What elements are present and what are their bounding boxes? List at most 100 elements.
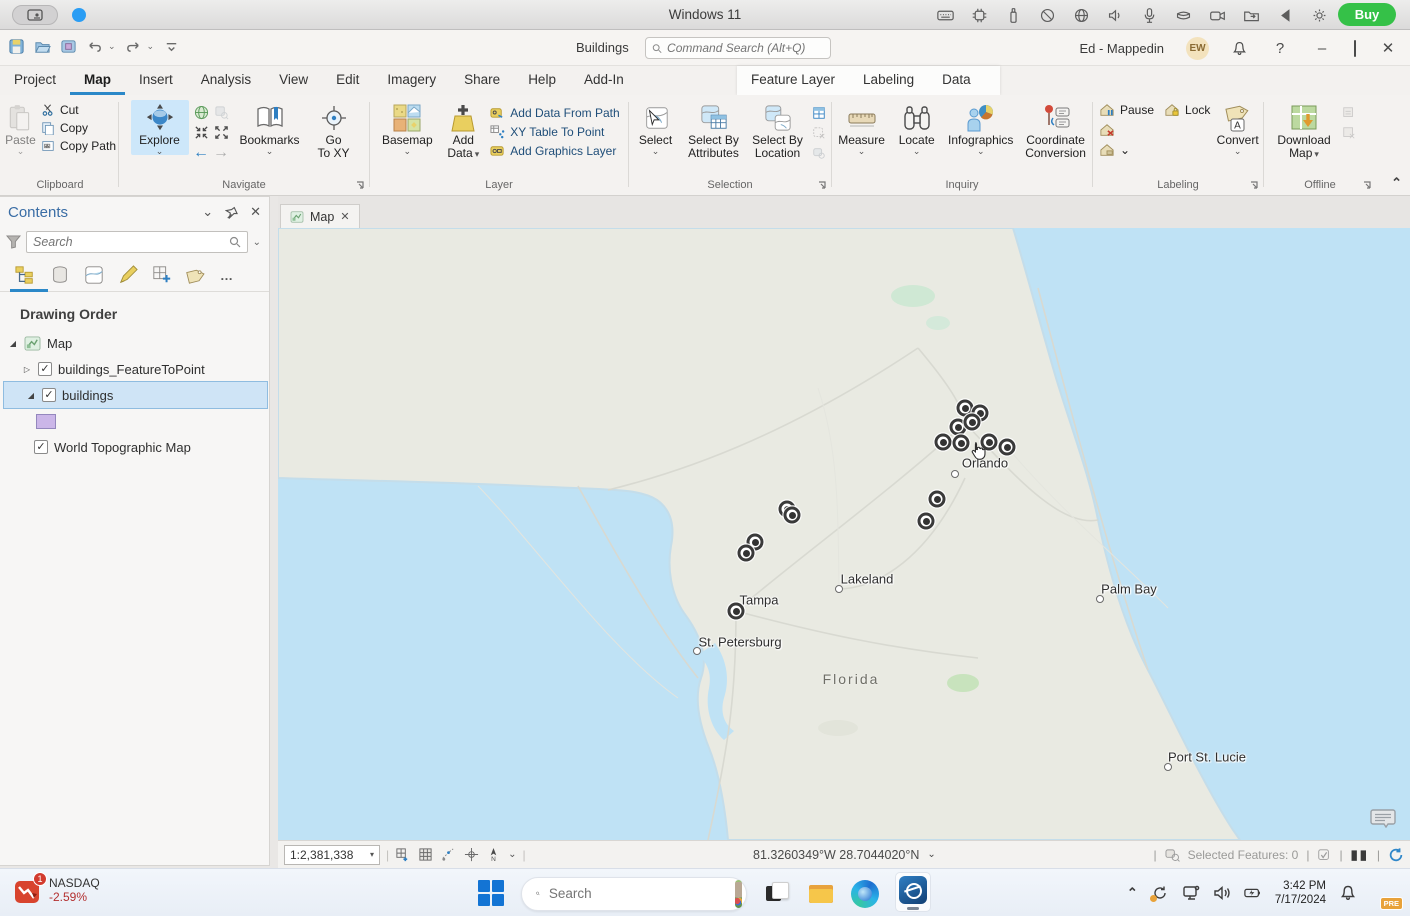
sync-map-button[interactable] — [1340, 104, 1357, 121]
file-explorer-button[interactable] — [807, 880, 835, 908]
task-view-button[interactable] — [763, 880, 791, 908]
building-point-marker[interactable] — [738, 545, 755, 562]
volume-icon[interactable] — [1107, 7, 1124, 24]
save-package-icon[interactable] — [60, 38, 77, 55]
add-graphics-layer-button[interactable]: Add Graphics Layer — [490, 143, 619, 158]
close-pane-icon[interactable]: ✕ — [250, 204, 261, 220]
restore-button[interactable] — [1354, 41, 1356, 56]
fixed-zoom-out-button[interactable] — [213, 124, 230, 141]
building-point-marker[interactable] — [964, 414, 981, 431]
snapping-tab-icon[interactable] — [152, 265, 172, 285]
layer-checkbox[interactable]: ✓ — [42, 388, 56, 402]
contents-search-box[interactable] — [26, 231, 248, 253]
arcgis-pro-app-button[interactable] — [895, 872, 931, 912]
taskbar-search-input[interactable] — [549, 886, 726, 901]
copilot-button[interactable]: PRE — [1370, 878, 1400, 908]
copy-button[interactable]: Copy — [41, 121, 116, 135]
pause-drawing-button[interactable]: ▮▮ — [1351, 847, 1369, 863]
globe-icon[interactable] — [1073, 7, 1090, 24]
command-search-input[interactable] — [667, 41, 824, 55]
pin-icon[interactable] — [225, 206, 238, 219]
locate-button[interactable]: Locate ⌄ — [893, 100, 940, 155]
layer-row-buildings-featuretopoint[interactable]: ▷ ✓ buildings_FeatureToPoint — [0, 356, 269, 382]
building-point-marker[interactable] — [784, 507, 801, 524]
signed-in-user[interactable]: Ed - Mappedin — [1079, 41, 1164, 56]
layer-checkbox[interactable]: ✓ — [34, 440, 48, 454]
keyboard-icon[interactable] — [937, 7, 954, 24]
clear-label-cache-button[interactable] — [1099, 123, 1210, 137]
help-button[interactable]: ? — [1270, 40, 1290, 57]
settings-gear-icon[interactable] — [1311, 7, 1328, 24]
usb-icon[interactable] — [1005, 7, 1022, 24]
data-source-tab-icon[interactable] — [50, 265, 70, 285]
previous-extent-zoom-button[interactable] — [213, 104, 230, 121]
download-map-button[interactable]: Download Map▾ — [1272, 100, 1336, 160]
pane-splitter[interactable] — [270, 196, 278, 868]
notification-bell-icon[interactable] — [1339, 884, 1357, 902]
remove-map-button[interactable] — [1340, 124, 1357, 141]
tab-project[interactable]: Project — [0, 66, 70, 95]
labeling-tab-icon[interactable] — [186, 265, 206, 285]
coordinate-conversion-button[interactable]: Coordinate Conversion — [1021, 100, 1090, 160]
layer-row-map[interactable]: ◢ Map — [0, 330, 269, 356]
buildings-symbol-swatch[interactable] — [36, 414, 56, 429]
close-map-tab-icon[interactable]: ✕ — [340, 210, 349, 223]
hidden-icons-chevron[interactable]: ⌃ — [1127, 885, 1138, 901]
editing-tab-icon[interactable] — [118, 265, 138, 285]
network-blocked-icon[interactable] — [1039, 7, 1056, 24]
north-options-chevron[interactable]: ⌄ — [508, 849, 516, 860]
pane-menu-chevron[interactable]: ⌄ — [202, 204, 213, 220]
selection-dialog-launcher[interactable] — [817, 180, 827, 190]
layer-row-world-topographic[interactable]: ✓ World Topographic Map — [0, 434, 269, 460]
snap-toggle-icon[interactable] — [441, 847, 456, 862]
layer-checkbox[interactable]: ✓ — [38, 362, 52, 376]
camera-icon[interactable] — [1209, 7, 1226, 24]
explore-button[interactable]: Explore ⌄ — [131, 100, 189, 155]
previous-extent-button[interactable]: ← — [193, 144, 210, 161]
touch-keyboard-icon[interactable] — [1370, 808, 1396, 828]
map-scale-select[interactable]: 1:2,381,338 ▾ — [284, 845, 380, 865]
coordinates-readout[interactable]: 81.3260349°W 28.7044020°N ⌄ — [753, 848, 936, 862]
taskbar-search-box[interactable] — [521, 877, 747, 911]
go-to-xy-button[interactable]: Go To XY — [310, 100, 358, 160]
map-view-tab[interactable]: Map ✕ — [280, 204, 360, 228]
undo-dropdown[interactable]: ⌄ — [108, 41, 116, 52]
command-search-box[interactable] — [645, 37, 831, 59]
select-button[interactable]: Select ⌄ — [633, 100, 679, 155]
widgets-button[interactable]: 1 NASDAQ -2.59% — [14, 876, 100, 904]
minimize-button[interactable]: – — [1312, 40, 1332, 57]
buy-button[interactable]: Buy — [1338, 3, 1396, 26]
undo-icon[interactable] — [86, 38, 103, 55]
building-point-marker[interactable] — [935, 434, 952, 451]
tab-map[interactable]: Map — [70, 66, 125, 95]
bookmarks-button[interactable]: Bookmarks ⌄ — [234, 100, 306, 155]
redo-icon[interactable] — [125, 38, 142, 55]
start-button[interactable] — [478, 880, 505, 907]
clear-selection-button[interactable] — [811, 124, 828, 141]
measure-button[interactable]: Measure ⌄ — [834, 100, 889, 155]
full-extent-button[interactable] — [193, 104, 210, 121]
north-arrow-icon[interactable]: N — [487, 847, 500, 862]
pause-labeling-button[interactable]: Pause — [1099, 103, 1154, 117]
map-canvas[interactable]: OrlandoLakelandTampaSt. PetersburgPalm B… — [278, 228, 1410, 840]
convert-labels-button[interactable]: A Convert ⌄ — [1214, 100, 1261, 155]
select-tool-status-icon[interactable] — [1317, 848, 1331, 862]
tab-view[interactable]: View — [265, 66, 322, 95]
infographics-button[interactable]: Infographics ⌄ — [944, 100, 1017, 155]
lock-labeling-button[interactable]: Lock — [1164, 103, 1210, 117]
add-data-button[interactable]: Add Data▾ — [440, 100, 486, 160]
paste-button[interactable]: Paste ⌄ — [4, 100, 37, 155]
attributes-button[interactable] — [811, 104, 828, 121]
shared-folder-icon[interactable] — [1243, 7, 1260, 24]
building-point-marker[interactable] — [918, 513, 935, 530]
building-point-marker[interactable] — [999, 439, 1016, 456]
edge-browser-button[interactable] — [851, 880, 879, 908]
grid-icon[interactable] — [418, 847, 433, 862]
basemap-button[interactable]: Basemap ⌄ — [378, 100, 436, 155]
save-project-icon[interactable] — [8, 38, 25, 55]
cut-button[interactable]: Cut — [41, 103, 116, 117]
speaker-icon[interactable] — [1213, 884, 1231, 902]
tab-feature-layer[interactable]: Feature Layer — [737, 66, 849, 95]
new-bookmark-icon[interactable] — [395, 847, 410, 862]
tab-insert[interactable]: Insert — [125, 66, 187, 95]
